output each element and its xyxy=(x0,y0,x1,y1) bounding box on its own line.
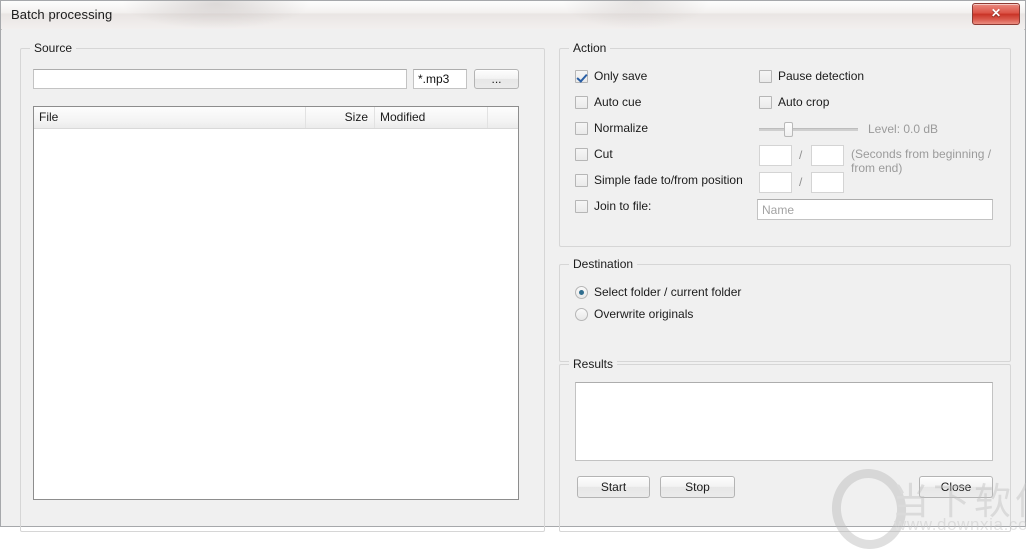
cut-begin-input[interactable] xyxy=(759,145,792,166)
browse-button[interactable]: ... xyxy=(474,69,519,89)
overwrite-originals-radio[interactable] xyxy=(575,307,588,321)
overwrite-originals-label: Overwrite originals xyxy=(594,307,694,321)
cut-separator: / xyxy=(799,148,803,162)
column-header-size[interactable]: Size xyxy=(306,107,375,128)
join-to-file-checkbox[interactable] xyxy=(575,199,588,213)
normalize-label: Normalize xyxy=(594,121,649,135)
close-icon: ✕ xyxy=(990,6,1002,20)
radio-row-select-folder[interactable]: Select folder / current folder xyxy=(575,285,741,299)
source-file-list[interactable]: File Size Modified xyxy=(33,106,519,500)
results-log[interactable] xyxy=(575,382,993,461)
auto-crop-label: Auto crop xyxy=(778,95,830,109)
checkbox-row-auto-cue[interactable]: Auto cue xyxy=(575,95,641,109)
level-slider-track xyxy=(759,128,858,131)
destination-group-label: Destination xyxy=(569,257,638,271)
select-folder-radio[interactable] xyxy=(575,285,588,299)
client-area: Source ... File Size Modified Action Onl… xyxy=(2,29,1026,554)
batch-processing-window: Batch processing ✕ Source ... File Size … xyxy=(0,0,1026,554)
checkbox-row-normalize[interactable]: Normalize xyxy=(575,121,648,135)
only-save-checkbox[interactable] xyxy=(575,69,588,83)
action-group-label: Action xyxy=(569,41,611,55)
level-slider-thumb[interactable] xyxy=(784,122,793,137)
results-group-label: Results xyxy=(569,357,618,371)
cut-label: Cut xyxy=(594,147,613,161)
select-folder-label: Select folder / current folder xyxy=(594,285,742,299)
normalize-checkbox[interactable] xyxy=(575,121,588,135)
window-close-button[interactable]: ✕ xyxy=(972,3,1020,25)
auto-crop-checkbox[interactable] xyxy=(759,95,772,109)
title-bar: Batch processing ✕ xyxy=(1,1,1025,30)
radio-row-overwrite-originals[interactable]: Overwrite originals xyxy=(575,307,693,321)
source-file-list-header: File Size Modified xyxy=(34,107,518,129)
level-slider[interactable] xyxy=(759,121,858,137)
source-file-list-body[interactable] xyxy=(34,129,518,499)
title-bar-shadow-left xyxy=(121,1,311,29)
auto-cue-checkbox[interactable] xyxy=(575,95,588,109)
stop-button-label: Stop xyxy=(685,480,710,494)
file-filter-input[interactable] xyxy=(413,69,467,89)
simple-fade-checkbox[interactable] xyxy=(575,173,588,187)
source-group-label: Source xyxy=(30,41,77,55)
close-button[interactable]: Close xyxy=(919,476,993,498)
pause-detection-checkbox[interactable] xyxy=(759,69,772,83)
auto-cue-label: Auto cue xyxy=(594,95,642,109)
fade-end-input[interactable] xyxy=(811,172,844,193)
checkbox-row-join-to-file[interactable]: Join to file: xyxy=(575,199,651,213)
checkbox-row-simple-fade[interactable]: Simple fade to/from position xyxy=(575,173,743,187)
browse-button-label: ... xyxy=(491,72,502,86)
source-path-input[interactable] xyxy=(33,69,407,89)
column-header-spacer xyxy=(488,107,518,128)
cut-end-input[interactable] xyxy=(811,145,844,166)
checkbox-row-cut[interactable]: Cut xyxy=(575,147,613,161)
close-button-label: Close xyxy=(940,480,972,494)
window-title: Batch processing xyxy=(11,7,113,22)
seconds-hint-line2: from end) xyxy=(851,161,903,175)
join-to-file-label: Join to file: xyxy=(594,199,652,213)
stop-button[interactable]: Stop xyxy=(660,476,735,498)
checkbox-row-auto-crop[interactable]: Auto crop xyxy=(759,95,829,109)
title-bar-sheen xyxy=(1,1,1025,14)
start-button-label: Start xyxy=(600,480,627,494)
checkbox-row-pause-detection[interactable]: Pause detection xyxy=(759,69,864,83)
cut-checkbox[interactable] xyxy=(575,147,588,161)
checkbox-row-only-save[interactable]: Only save xyxy=(575,69,647,83)
start-button[interactable]: Start xyxy=(577,476,650,498)
title-bar-shadow-right xyxy=(561,1,711,29)
join-file-name-input[interactable] xyxy=(757,199,993,220)
simple-fade-label: Simple fade to/from position xyxy=(594,173,743,187)
fade-begin-input[interactable] xyxy=(759,172,792,193)
column-header-modified[interactable]: Modified xyxy=(375,107,488,128)
pause-detection-label: Pause detection xyxy=(778,69,865,83)
column-header-file[interactable]: File xyxy=(34,107,306,128)
level-value-label: Level: 0.0 dB xyxy=(868,122,939,136)
fade-separator: / xyxy=(799,175,803,189)
only-save-label: Only save xyxy=(594,69,648,83)
seconds-hint-line1: (Seconds from beginning / xyxy=(851,147,992,161)
